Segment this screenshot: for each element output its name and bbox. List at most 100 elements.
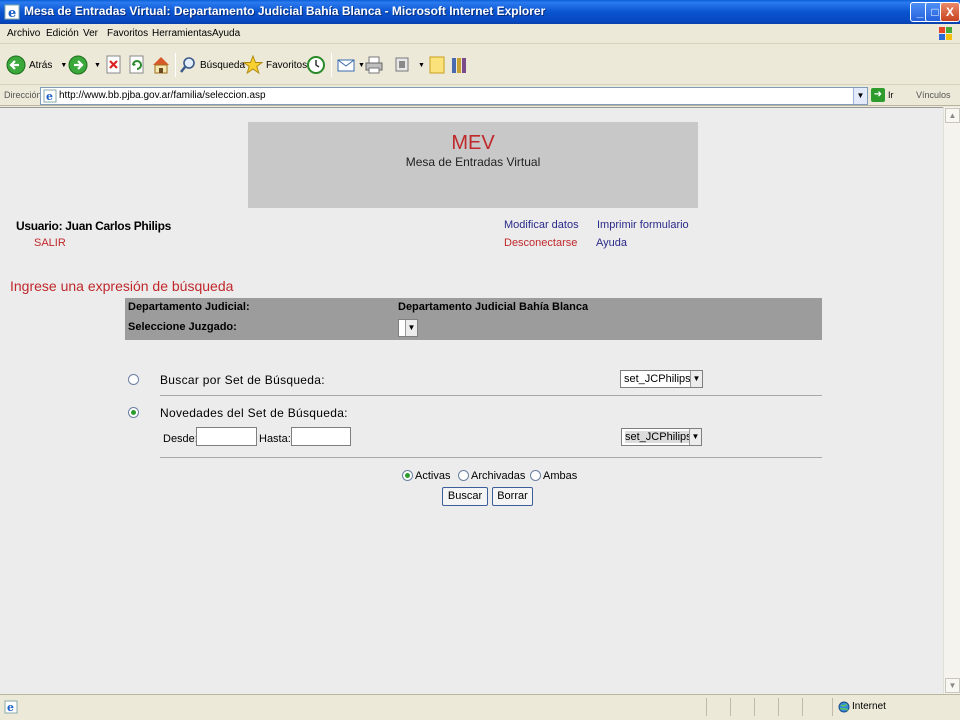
menu-favoritos[interactable]: Favoritos [107,28,148,39]
forward-button[interactable]: ▼ [68,53,101,77]
discuss-button[interactable] [428,53,446,77]
search-set-label: Buscar por Set de Búsqueda: [160,373,325,387]
scroll-down-icon[interactable]: ▼ [945,678,960,693]
page-icon: e [4,700,18,714]
search-label: Búsqueda [200,59,246,71]
novedades-set-value: set_JCPhilips [625,431,692,443]
modify-data-link[interactable]: Modificar datos [504,219,579,231]
status-segment [754,698,755,716]
windows-logo-icon [939,27,952,40]
note-icon [429,56,445,74]
menu-herramientas[interactable]: Herramientas [152,28,212,39]
refresh-icon [129,55,144,74]
ambas-radio[interactable] [530,470,541,481]
toolbar-separator [331,53,332,77]
scroll-up-icon[interactable]: ▲ [945,108,960,123]
favorites-label: Favoritos [266,59,308,71]
status-segment [802,698,803,716]
buscar-button[interactable]: Buscar [442,487,488,506]
back-label: Atrás [29,59,53,71]
borrar-button[interactable]: Borrar [492,487,533,506]
department-value: Departamento Judicial Bahía Blanca [398,301,589,313]
toolbar-separator [175,53,176,77]
forward-dropdown-icon[interactable]: ▼ [94,62,101,69]
search-set-select[interactable]: set_JCPhilips ▼ [620,370,703,388]
title-bar: e Mesa de Entradas Virtual: Departamento… [0,0,960,24]
links-button[interactable]: Vínculos [916,90,951,100]
back-button[interactable]: Atrás ▼ [6,53,67,77]
chevron-down-icon: ▼ [690,371,702,387]
window-title: Mesa de Entradas Virtual: Departamento J… [24,4,546,18]
forward-arrow-icon [68,55,88,75]
status-segment [706,698,707,716]
go-button[interactable]: Ir [888,90,894,100]
court-label: Seleccione Juzgado: [128,321,237,333]
desde-label: Desde: [163,433,198,445]
edit-icon [395,57,409,72]
novedades-radio[interactable] [128,407,139,418]
address-url: http://www.bb.pjba.gov.ar/familia/selecc… [59,90,266,101]
stop-button[interactable] [105,53,123,77]
help-link[interactable]: Ayuda [596,237,627,249]
mail-icon [337,59,355,72]
go-arrow-icon[interactable]: ➜ [871,88,885,102]
security-zone: Internet [852,701,886,712]
archivadas-label: Archivadas [471,470,526,482]
address-input[interactable]: e http://www.bb.pjba.gov.ar/familia/sele… [40,87,868,105]
chevron-down-icon: ▼ [689,429,701,445]
activas-radio[interactable] [402,470,413,481]
page-icon: e [43,89,57,103]
mail-button[interactable]: ▼ [336,53,365,77]
desde-input[interactable] [196,427,257,446]
address-bar: Dirección e http://www.bb.pjba.gov.ar/fa… [0,86,960,106]
status-segment [730,698,731,716]
back-arrow-icon [6,55,26,75]
department-label: Departamento Judicial: [128,301,250,313]
hasta-input[interactable] [291,427,351,446]
court-select[interactable]: ▼ [398,319,418,337]
ambas-label: Ambas [543,470,578,482]
novedades-set-select[interactable]: set_JCPhilips ▼ [621,428,702,446]
novedades-label: Novedades del Set de Búsqueda: [160,406,348,420]
star-icon [243,55,263,75]
favorites-button[interactable]: Favoritos [243,53,307,77]
menu-archivo[interactable]: Archivo [7,28,40,39]
disconnect-link[interactable]: Desconectarse [504,237,577,249]
department-panel: Departamento Judicial: Departamento Judi… [125,298,822,340]
print-button[interactable] [364,53,384,77]
archivadas-radio[interactable] [458,470,469,481]
history-button[interactable] [306,53,326,77]
print-form-link[interactable]: Imprimir formulario [597,219,689,231]
search-set-radio[interactable] [128,374,139,385]
divider [160,395,822,396]
search-heading: Ingrese una expresión de búsqueda [10,278,234,294]
vertical-scrollbar[interactable]: ▲ ▼ [943,107,960,694]
page-content: MEV Mesa de Entradas Virtual Usuario: Ju… [0,107,943,694]
address-dropdown-icon[interactable]: ▼ [853,88,867,104]
back-dropdown-icon[interactable]: ▼ [60,62,67,69]
ie-icon: e [4,4,20,20]
research-button[interactable] [450,53,470,77]
hasta-label: Hasta: [259,433,291,445]
status-segment [778,698,779,716]
chevron-down-icon: ▼ [405,320,417,336]
research-icon [452,58,466,73]
mev-header: MEV Mesa de Entradas Virtual [248,122,698,208]
edit-button[interactable]: ▼ [394,53,425,77]
search-button[interactable]: Búsqueda [179,53,245,77]
close-button[interactable]: X [940,2,960,22]
status-bar: e Internet [0,694,960,720]
refresh-button[interactable] [128,53,146,77]
edit-dropdown-icon[interactable]: ▼ [418,62,425,69]
menu-ayuda[interactable]: Ayuda [212,28,240,39]
logout-link[interactable]: SALIR [34,237,66,249]
search-set-value: set_JCPhilips [624,373,691,385]
menu-ver[interactable]: Ver [83,28,98,39]
history-icon [307,56,325,74]
home-button[interactable] [151,53,171,77]
home-icon [153,57,169,74]
menu-edicion[interactable]: Edición [46,28,79,39]
svg-text:e: e [7,701,14,714]
status-segment [832,698,833,716]
svg-text:e: e [8,6,16,20]
